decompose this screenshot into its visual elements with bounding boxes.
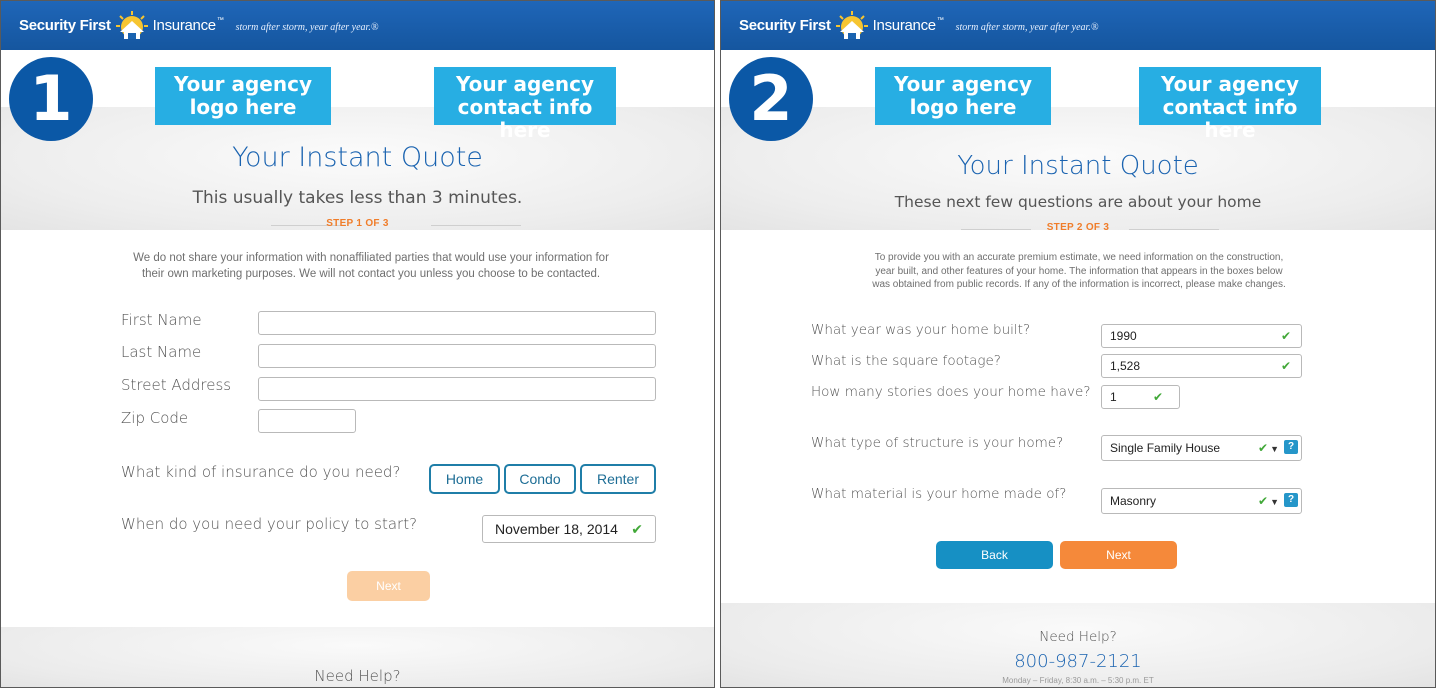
page-title: Your Instant Quote	[957, 151, 1199, 181]
back-button[interactable]: Back	[936, 541, 1053, 569]
material-select[interactable]: Masonry ✔ ▼ ?	[1101, 488, 1302, 514]
square-footage-label: What is the square footage?	[811, 353, 1001, 369]
agency-contact-line: contact info here	[457, 95, 593, 142]
help-phone[interactable]: 800-987-2121	[721, 651, 1435, 672]
first-name-input[interactable]	[258, 311, 656, 335]
insurance-renter-button[interactable]: Renter	[580, 464, 656, 494]
quote-step-2-panel: Security First Insurance™ storm after st…	[720, 0, 1436, 688]
brand-slogan: storm after storm, year after year.®	[955, 21, 1099, 33]
agency-contact-line: Your agency	[456, 72, 594, 96]
intro-line: year built, and other features of your h…	[875, 265, 1283, 277]
policy-start-label: When do you need your policy to start?	[121, 515, 418, 533]
step-label: STEP 2 OF 3	[1046, 222, 1110, 233]
zip-code-input[interactable]	[258, 409, 356, 433]
brand-name-right: Insurance™	[872, 16, 944, 34]
privacy-notice: We do not share your information with no…	[81, 250, 661, 282]
brand-logo[interactable]: Security First Insurance™ storm after st…	[739, 10, 1098, 40]
intro-notice: To provide you with an accurate premium …	[801, 251, 1357, 292]
agency-contact-line: Your agency	[1161, 72, 1299, 96]
intro-line: was obtained from public records. If any…	[872, 279, 1286, 290]
agency-contact-line: contact info here	[1162, 95, 1298, 142]
agency-logo-placeholder: Your agency logo here	[155, 67, 331, 125]
brand-name-left: Security First	[19, 16, 111, 34]
privacy-line: We do not share your information with no…	[133, 252, 609, 264]
agency-contact-placeholder: Your agency contact info here	[1139, 67, 1321, 142]
year-built-input[interactable]: 1990 ✔	[1101, 324, 1302, 348]
page-subtitle: This usually takes less than 3 minutes.	[192, 188, 523, 208]
step-number-badge: 2	[729, 57, 813, 141]
help-icon[interactable]: ?	[1284, 493, 1298, 507]
check-icon: ✔	[1257, 494, 1268, 508]
intro-line: To provide you with an accurate premium …	[874, 252, 1284, 263]
material-value: Masonry	[1110, 494, 1157, 508]
next-button[interactable]: Next	[1060, 541, 1177, 569]
step-indicator: STEP 1 OF 3	[1, 218, 714, 232]
square-footage-input[interactable]: 1,528 ✔	[1101, 354, 1302, 378]
privacy-line: their own marketing purposes. We will no…	[141, 268, 601, 280]
step-rule-right	[431, 225, 521, 226]
quote-step-1-panel: Security First Insurance™ storm after st…	[0, 0, 715, 688]
header-bar: Security First Insurance™ storm after st…	[721, 1, 1435, 50]
material-label: What material is your home made of?	[811, 486, 1067, 502]
header-bar: Security First Insurance™ storm after st…	[1, 1, 714, 50]
structure-type-select[interactable]: Single Family House ✔ ▼ ?	[1101, 435, 1302, 461]
first-name-label: First Name	[121, 311, 202, 329]
check-icon: ✔	[1257, 441, 1268, 455]
brand-logo[interactable]: Security First Insurance™ storm after st…	[19, 10, 378, 40]
year-built-label: What year was your home built?	[811, 322, 1031, 338]
agency-logo-placeholder: Your agency logo here	[875, 67, 1051, 125]
stories-value: 1	[1110, 390, 1117, 404]
caret-down-icon: ▼	[1270, 497, 1279, 507]
check-icon: ✔	[631, 521, 643, 537]
stories-label: How many stories does your home have?	[811, 384, 1091, 400]
house-sun-icon	[115, 11, 148, 39]
agency-logo-line: Your agency	[174, 72, 312, 96]
last-name-input[interactable]	[258, 344, 656, 368]
year-built-value: 1990	[1110, 329, 1137, 343]
stories-input[interactable]: 1 ✔	[1101, 385, 1180, 409]
policy-start-date-value: November 18, 2014	[495, 521, 618, 537]
next-button[interactable]: Next	[347, 571, 430, 601]
step-indicator: STEP 2 OF 3	[721, 222, 1435, 236]
house-sun-icon	[835, 11, 868, 39]
step-rule-left	[961, 229, 1031, 230]
step-rule-right	[1129, 229, 1219, 230]
brand-name-left: Security First	[739, 16, 831, 34]
check-icon: ✔	[1280, 329, 1291, 343]
agency-logo-line: logo here	[909, 95, 1017, 119]
page-subtitle: These next few questions are about your …	[894, 193, 1262, 211]
brand-slogan: storm after storm, year after year.®	[235, 21, 379, 33]
agency-logo-line: logo here	[189, 95, 297, 119]
step-number-badge: 1	[9, 57, 93, 141]
step-label: STEP 1 OF 3	[326, 218, 389, 229]
help-hours: Monday – Friday, 8:30 a.m. – 5:30 p.m. E…	[1002, 676, 1154, 685]
page-title: Your Instant Quote	[232, 142, 483, 173]
insurance-home-button[interactable]: Home	[429, 464, 500, 494]
zip-code-label: Zip Code	[121, 409, 189, 427]
check-icon: ✔	[1152, 390, 1163, 404]
agency-logo-line: Your agency	[894, 72, 1032, 96]
square-footage-value: 1,528	[1110, 359, 1141, 373]
insurance-type-label: What kind of insurance do you need?	[121, 463, 401, 481]
structure-type-label: What type of structure is your home?	[811, 435, 1064, 451]
last-name-label: Last Name	[121, 343, 202, 361]
insurance-condo-button[interactable]: Condo	[504, 464, 576, 494]
policy-start-date-field[interactable]: November 18, 2014 ✔	[482, 515, 656, 543]
help-icon[interactable]: ?	[1284, 440, 1298, 454]
help-title: Need Help?	[314, 667, 401, 685]
agency-contact-placeholder: Your agency contact info here	[434, 67, 616, 142]
check-icon: ✔	[1280, 359, 1291, 373]
street-address-label: Street Address	[121, 376, 232, 394]
structure-type-value: Single Family House	[1110, 441, 1221, 455]
caret-down-icon: ▼	[1270, 444, 1279, 454]
street-address-input[interactable]	[258, 377, 656, 401]
brand-name-right: Insurance™	[152, 16, 224, 34]
help-title: Need Help?	[1039, 629, 1117, 645]
